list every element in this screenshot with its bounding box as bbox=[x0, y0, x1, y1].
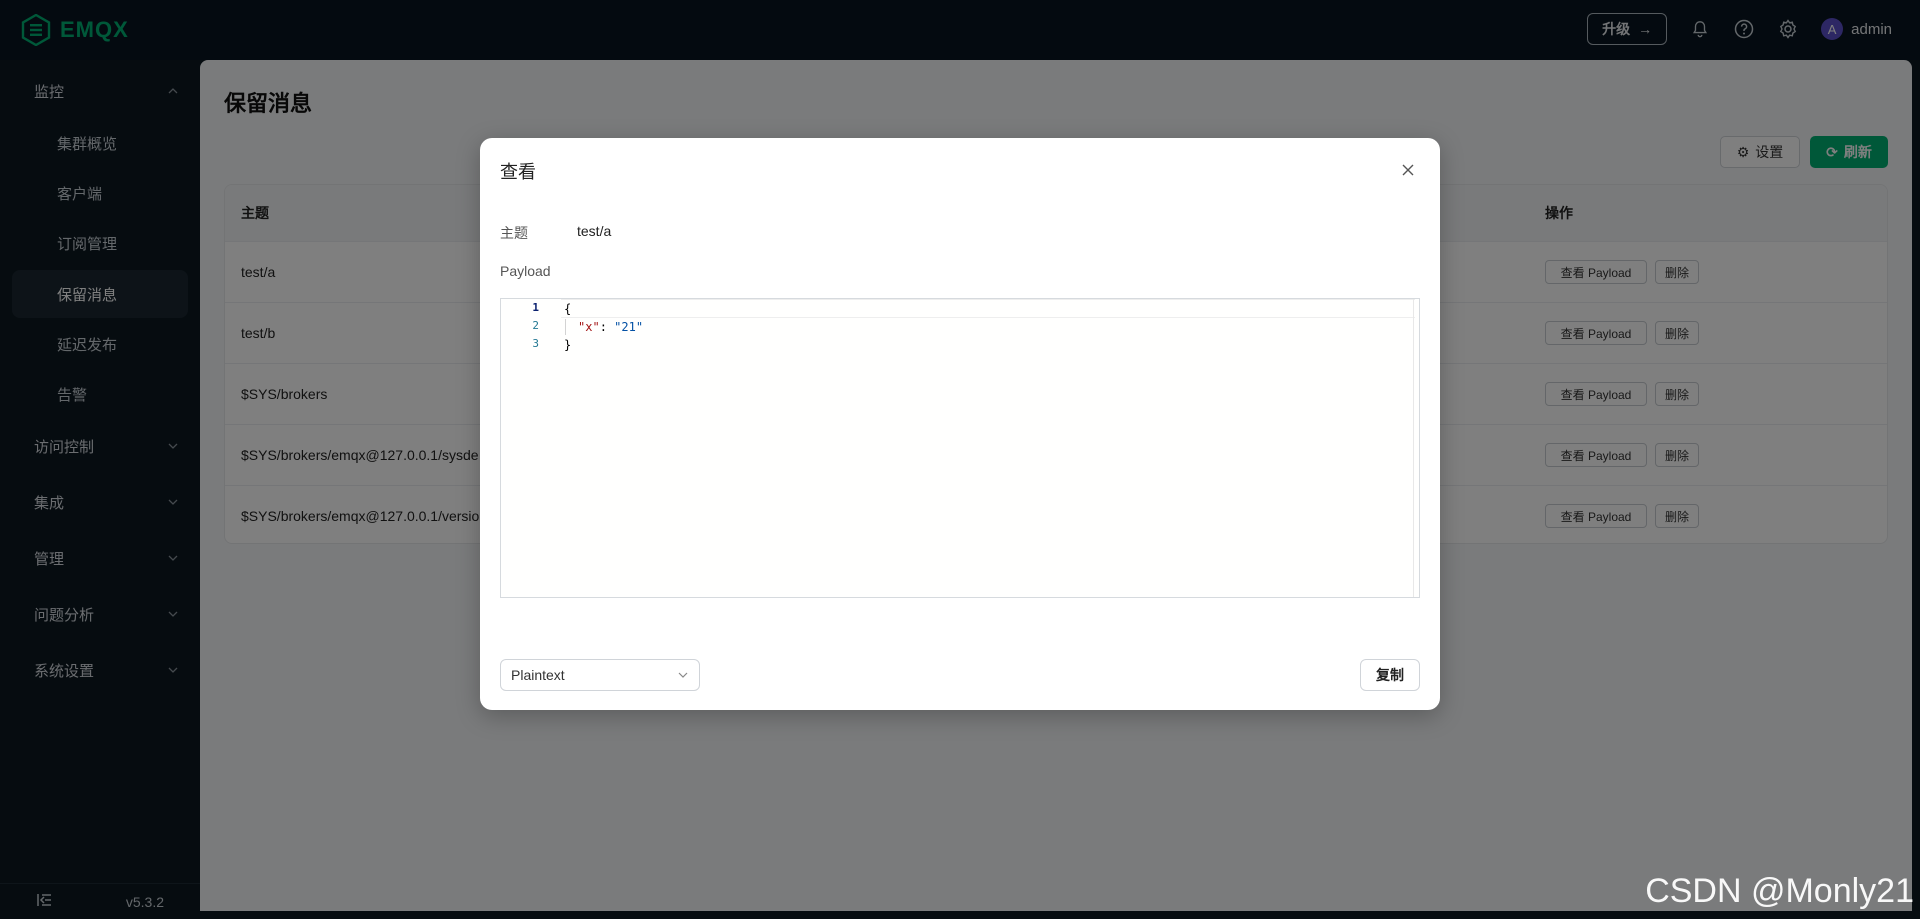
topic-label: 主题 bbox=[500, 225, 528, 241]
format-select[interactable]: Plaintext bbox=[500, 659, 700, 691]
code-line: } bbox=[564, 338, 572, 352]
copy-button[interactable]: 复制 bbox=[1360, 659, 1420, 691]
close-icon[interactable] bbox=[1400, 162, 1416, 178]
format-select-value: Plaintext bbox=[511, 667, 565, 683]
chevron-down-icon bbox=[678, 672, 688, 678]
view-payload-dialog: 查看 主题 test/a Payload 1 2 3 { "x": "21" }… bbox=[480, 138, 1440, 710]
topic-value: test/a bbox=[577, 223, 612, 239]
json-key: "x" bbox=[578, 320, 600, 334]
watermark: CSDN @Monly21 bbox=[1645, 872, 1914, 910]
payload-label: Payload bbox=[500, 263, 551, 279]
indent-guide bbox=[565, 319, 566, 335]
code-line: "x": "21" bbox=[578, 318, 643, 336]
editor-scrollbar[interactable] bbox=[1413, 299, 1419, 597]
payload-code-editor[interactable]: 1 2 3 { "x": "21" } bbox=[500, 298, 1420, 598]
line-number-gutter: 1 2 3 bbox=[501, 299, 547, 597]
line-number: 3 bbox=[532, 337, 539, 350]
dialog-title: 查看 bbox=[500, 162, 536, 182]
current-line-highlight bbox=[561, 299, 1415, 318]
code-line: { bbox=[564, 302, 572, 316]
line-number: 2 bbox=[532, 319, 539, 332]
line-number: 1 bbox=[532, 301, 539, 314]
json-separator: : bbox=[599, 320, 615, 334]
json-value: "21" bbox=[614, 320, 644, 334]
